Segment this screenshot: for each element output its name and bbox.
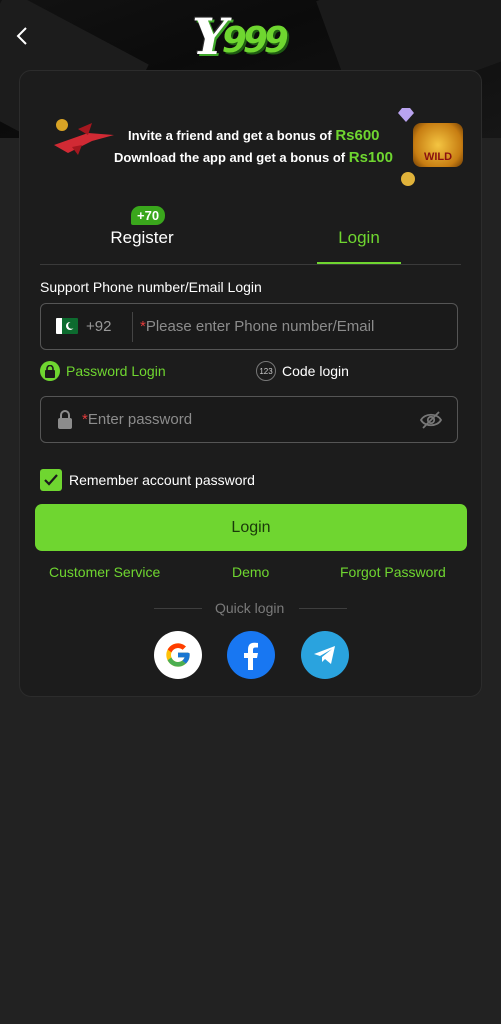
country-code[interactable]: +92 <box>86 318 111 335</box>
password-placeholder: *Enter password <box>82 411 193 428</box>
register-bonus-badge: +70 <box>131 206 166 225</box>
banner-download-line: Download the app and get a bonus of Rs10… <box>114 149 393 166</box>
logo-letter: Y <box>192 6 228 66</box>
remember-checkbox[interactable] <box>40 469 62 491</box>
telegram-icon <box>314 646 335 664</box>
facebook-login-button[interactable] <box>227 631 275 679</box>
checkmark-icon <box>44 474 58 486</box>
telegram-login-button[interactable] <box>301 631 349 679</box>
tab-login[interactable]: Login <box>259 228 459 248</box>
back-button[interactable] <box>10 24 34 48</box>
phone-placeholder: *Please enter Phone number/Email <box>140 318 375 335</box>
phone-email-field[interactable]: +92 *Please enter Phone number/Email <box>40 303 458 350</box>
forgot-password-link[interactable]: Forgot Password <box>340 564 446 580</box>
gem-icon <box>398 108 414 122</box>
login-button[interactable]: Login <box>35 504 467 551</box>
google-login-button[interactable] <box>154 631 202 679</box>
login-method-label: Support Phone number/Email Login <box>40 279 262 295</box>
banner-invite-line: Invite a friend and get a bonus of Rs600 <box>128 127 380 144</box>
lock-icon <box>40 361 60 381</box>
login-card: Invite a friend and get a bonus of Rs600… <box>19 70 482 697</box>
logo-number: 999 <box>221 19 289 61</box>
quick-login-label: Quick login <box>215 600 285 616</box>
promo-banner[interactable]: Invite a friend and get a bonus of Rs600… <box>46 103 466 193</box>
wild-treasure-icon: WILD <box>413 123 463 167</box>
customer-service-link[interactable]: Customer Service <box>49 564 160 580</box>
brand-logo: Y 999 <box>192 6 289 66</box>
remember-password[interactable]: Remember account password <box>40 469 255 491</box>
google-icon <box>166 643 190 667</box>
code-login-label: Code login <box>282 363 349 379</box>
pakistan-flag-icon[interactable] <box>56 318 78 334</box>
tabs-divider <box>40 264 461 265</box>
download-bonus-amount: Rs100 <box>348 149 393 166</box>
divider-right <box>299 608 347 609</box>
field-separator <box>132 312 133 342</box>
password-field[interactable]: *Enter password <box>40 396 458 443</box>
auth-tabs: Register +70 Login <box>20 206 481 266</box>
eye-off-icon[interactable] <box>419 410 443 430</box>
lock-icon <box>58 410 72 429</box>
divider-left <box>154 608 202 609</box>
tab-register[interactable]: Register <box>42 228 242 248</box>
chevron-left-icon <box>16 27 27 45</box>
remember-label: Remember account password <box>69 472 255 488</box>
code-icon: 123 <box>256 361 276 381</box>
coin-icon <box>401 172 415 186</box>
code-login-option[interactable]: 123 Code login <box>256 361 349 381</box>
facebook-icon <box>244 642 258 670</box>
invite-bonus-amount: Rs600 <box>335 127 380 144</box>
password-login-option[interactable]: Password Login <box>40 361 166 381</box>
plane-icon <box>54 119 114 155</box>
password-login-label: Password Login <box>66 363 166 379</box>
demo-link[interactable]: Demo <box>232 564 269 580</box>
